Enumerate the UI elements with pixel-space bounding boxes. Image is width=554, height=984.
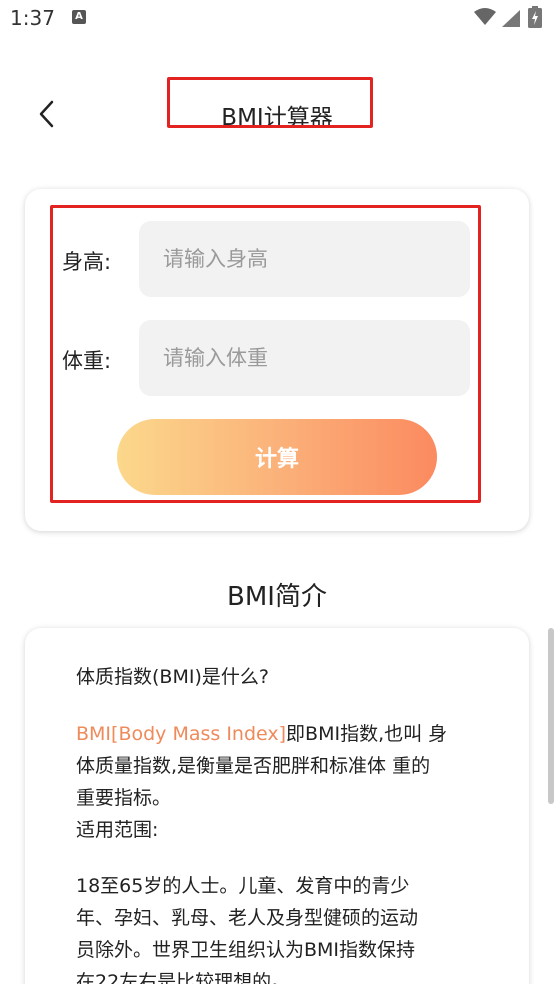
intro-definition-line-3: 重要指标。 (76, 787, 172, 809)
scrollbar[interactable] (548, 628, 554, 804)
title-annotation-box (167, 77, 373, 128)
scope-label: 适用范围: (76, 819, 159, 841)
signal-icon (502, 10, 520, 27)
height-input[interactable] (139, 221, 470, 297)
scope-line-2: 年、孕妇、乳母、老人及身型健硕的运动 (76, 907, 419, 929)
bmi-full-name: BMI[Body Mass Index] (76, 723, 287, 745)
section-title: BMI简介 (227, 582, 327, 612)
scope-line-1: 18至65岁的人士。儿童、发育中的青少 (76, 875, 410, 897)
weight-label: 体重: (62, 349, 112, 373)
calculate-button[interactable]: 计算 (117, 419, 437, 495)
battery-icon (528, 6, 542, 28)
status-time: 1:37 (10, 6, 55, 30)
scope-line-3: 员除外。世界卫生组织认为BMI指数保持 (76, 939, 416, 961)
notification-icon: A (72, 10, 86, 24)
intro-definition-line-1: BMI[Body Mass Index]即BMI指数,也叫 身 (76, 718, 486, 750)
intro-definition-line-2: 体质量指数,是衡量是否肥胖和标准体 重的 (76, 755, 431, 777)
intro-question: 体质指数(BMI)是什么? (76, 666, 269, 688)
status-bar: 1:37 A (0, 0, 554, 40)
height-label: 身高: (62, 250, 112, 274)
definition-rest: 即BMI指数,也叫 身 (286, 723, 448, 745)
scope-line-4: 在22左右是比较理想的。 (76, 971, 291, 984)
wifi-icon (474, 8, 496, 25)
weight-input[interactable] (139, 320, 470, 396)
bmi-calculator-screen: 1:37 A BMI计算器 身高: 体重: 计算 BMI简介 体质指数(BMI)… (0, 0, 554, 984)
